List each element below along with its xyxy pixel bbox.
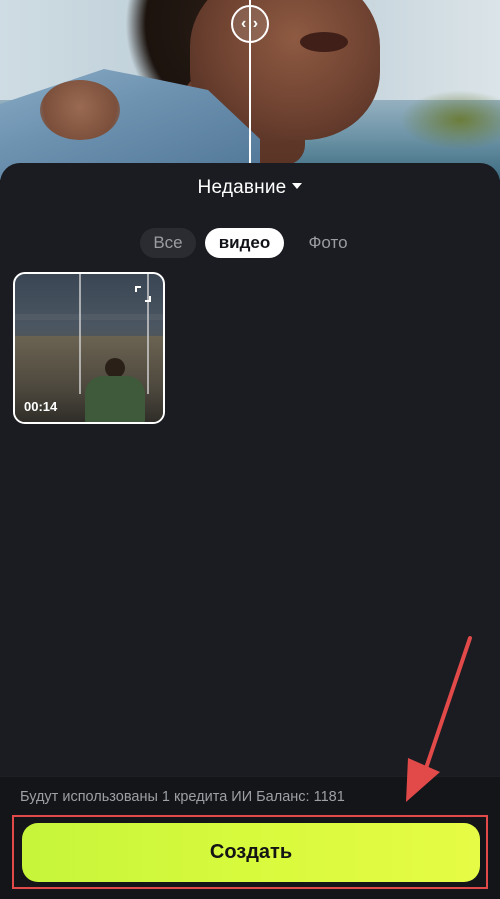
credits-info: Будут использованы 1 кредита ИИ Баланс: … xyxy=(20,789,345,805)
create-button-highlight: Создать xyxy=(12,815,488,889)
tab-video[interactable]: видео xyxy=(205,228,284,258)
preview-shoulder xyxy=(40,80,120,140)
album-title: Недавние xyxy=(197,177,287,198)
thumbnail-horizon xyxy=(15,314,163,320)
footer-bar: Будут использованы 1 кредита ИИ Баланс: … xyxy=(0,776,500,899)
preview-lips xyxy=(300,32,348,52)
media-filter-tabs: Все видео Фото xyxy=(0,228,500,258)
video-thumbnail[interactable]: 00:14 xyxy=(13,272,165,424)
caret-down-icon xyxy=(292,182,303,189)
expand-icon[interactable] xyxy=(135,286,151,302)
create-button[interactable]: Создать xyxy=(22,823,480,882)
preview-foliage xyxy=(400,90,500,150)
compare-arrows-icon[interactable]: ‹ › xyxy=(231,5,269,43)
tab-all[interactable]: Все xyxy=(140,228,196,258)
album-selector[interactable]: Недавние xyxy=(0,177,500,199)
before-after-preview[interactable]: ‹ › xyxy=(0,0,500,180)
tab-photo[interactable]: Фото xyxy=(296,228,360,258)
thumbnail-person xyxy=(79,358,151,422)
video-duration: 00:14 xyxy=(24,399,58,414)
